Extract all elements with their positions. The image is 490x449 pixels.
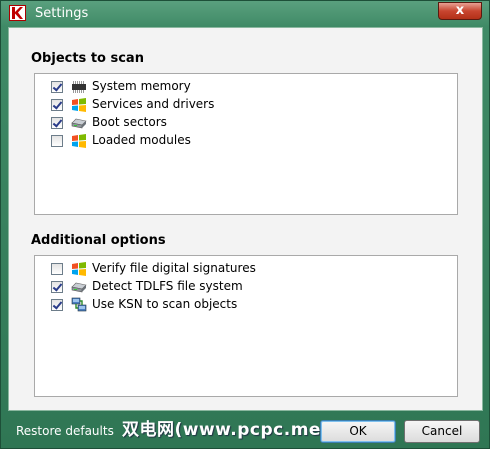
cancel-button[interactable]: Cancel [404, 420, 480, 443]
title-bar[interactable]: Settings x [1, 1, 490, 27]
verify-signatures-checkbox[interactable] [51, 263, 63, 275]
disk-drive-icon [71, 118, 87, 129]
detect-tdlfs-checkbox[interactable] [51, 281, 63, 293]
memory-chip-icon [72, 81, 86, 93]
network-icon [71, 297, 87, 312]
loaded-modules-label: Loaded modules [92, 133, 191, 147]
settings-window: Settings x Objects to scan System memory [0, 0, 490, 449]
boot-sectors-checkbox[interactable] [51, 117, 63, 129]
detect-tdlfs-label: Detect TDLFS file system [92, 279, 243, 293]
window-title: Settings [35, 6, 89, 21]
windows-flag-icon [72, 262, 86, 276]
disk-drive-icon [71, 282, 87, 293]
objects-to-scan-title: Objects to scan [31, 51, 144, 66]
services-drivers-checkbox[interactable] [51, 99, 63, 111]
ok-button[interactable]: OK [320, 420, 396, 443]
additional-options-title: Additional options [31, 233, 166, 248]
close-icon: x [455, 3, 465, 18]
close-button[interactable]: x [438, 2, 482, 20]
kaspersky-logo-icon [9, 5, 26, 21]
use-ksn-label: Use KSN to scan objects [92, 297, 238, 311]
windows-flag-icon [72, 134, 86, 148]
system-memory-label: System memory [92, 79, 191, 93]
objects-to-scan-list[interactable]: System memory Services and drivers Boot … [34, 73, 458, 215]
additional-options-list[interactable]: Verify file digital signatures Detect TD… [34, 255, 458, 397]
windows-flag-icon [72, 98, 86, 112]
settings-panel: Objects to scan System memory Services a… [8, 27, 483, 411]
system-memory-checkbox[interactable] [51, 81, 63, 93]
use-ksn-checkbox[interactable] [51, 299, 63, 311]
services-drivers-label: Services and drivers [92, 97, 215, 111]
watermark-text: 双电网(www.pcpc.me) [122, 420, 330, 440]
restore-defaults-link[interactable]: Restore defaults [16, 424, 114, 438]
loaded-modules-checkbox[interactable] [51, 135, 63, 147]
boot-sectors-label: Boot sectors [92, 115, 167, 129]
verify-signatures-label: Verify file digital signatures [92, 261, 256, 275]
